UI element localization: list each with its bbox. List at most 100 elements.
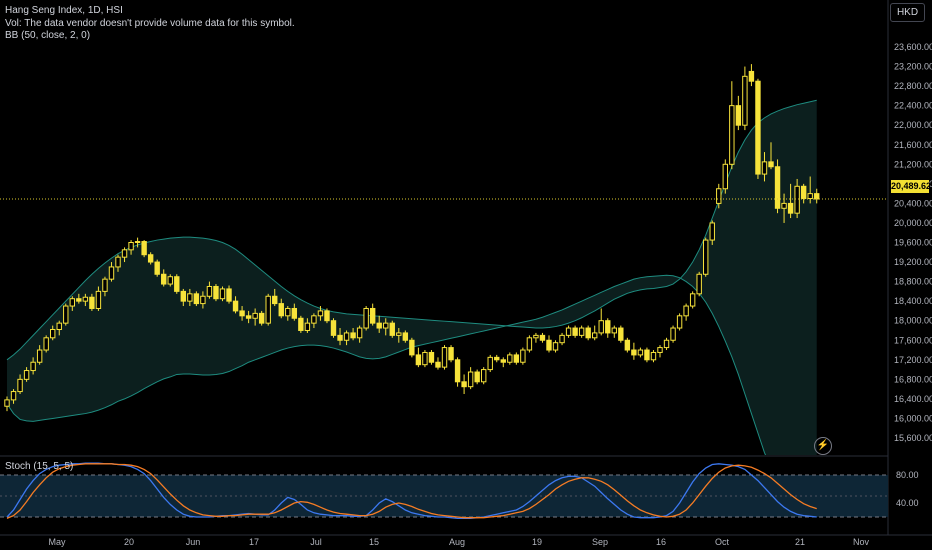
price-tick-label: 22,400.00 xyxy=(894,101,932,111)
candle-body xyxy=(441,347,448,368)
candle-body xyxy=(89,296,95,309)
time-tick-label: Jun xyxy=(186,537,201,547)
candle-body xyxy=(428,351,435,363)
candle-body xyxy=(69,298,75,307)
candle-body xyxy=(63,305,69,324)
price-tick-label: 18,000.00 xyxy=(894,316,932,326)
candle-body xyxy=(742,75,748,126)
candle-body xyxy=(533,334,539,339)
price-tick-label: 22,000.00 xyxy=(894,120,932,130)
candle-body xyxy=(36,349,43,363)
candle-body xyxy=(703,239,709,275)
stoch-tick-label: 40.00 xyxy=(896,498,919,508)
candle-body xyxy=(735,105,742,126)
candle-body xyxy=(258,312,265,324)
price-tick-label: 15,600.00 xyxy=(894,433,932,443)
candle-body xyxy=(768,161,774,168)
candle-body xyxy=(774,166,781,209)
candle-body xyxy=(363,307,369,329)
candle-body xyxy=(507,354,513,363)
candle-body xyxy=(605,320,611,334)
candle-body xyxy=(369,307,376,324)
price-tick-label: 22,800.00 xyxy=(894,81,932,91)
candle-body xyxy=(252,312,258,319)
candle-body xyxy=(298,317,304,331)
candle-body xyxy=(226,288,232,302)
price-tick-label: 23,600.00 xyxy=(894,42,932,52)
price-tick-label: 16,000.00 xyxy=(894,413,932,423)
candle-body xyxy=(618,327,624,341)
candle-body xyxy=(76,298,82,302)
candle-body xyxy=(800,185,807,200)
candle-body xyxy=(722,163,728,190)
candle-body xyxy=(415,354,422,366)
price-tick-label: 16,800.00 xyxy=(894,374,932,384)
candle-body xyxy=(102,278,108,292)
candle-body xyxy=(637,349,644,356)
candle-body xyxy=(115,256,121,268)
candle-body xyxy=(396,332,402,336)
candle-body xyxy=(592,332,598,339)
candle-body xyxy=(134,241,141,244)
candle-body xyxy=(454,359,461,383)
candle-body xyxy=(761,161,768,175)
time-tick-label: Jul xyxy=(310,537,322,547)
candle-body xyxy=(324,310,330,322)
candle-body xyxy=(180,290,187,302)
candle-body xyxy=(50,328,56,339)
bollinger-label: BB (50, close, 2, 0) xyxy=(5,30,91,41)
candle-body xyxy=(546,339,552,351)
candle-body xyxy=(520,349,526,363)
candle-body xyxy=(311,315,317,324)
candle-body xyxy=(513,354,520,363)
candle-body xyxy=(670,327,676,341)
candle-body xyxy=(245,315,252,319)
candle-body xyxy=(448,347,454,361)
candle-body xyxy=(161,273,167,285)
candle-body xyxy=(154,261,160,275)
candle-body xyxy=(82,296,89,302)
candle-body xyxy=(108,266,115,280)
price-tick-label: 19,200.00 xyxy=(894,257,932,267)
time-tick-label: May xyxy=(48,537,66,547)
candle-body xyxy=(787,202,794,214)
candle-body xyxy=(141,241,147,256)
candle-body xyxy=(239,310,245,317)
price-tick-label: 17,600.00 xyxy=(894,335,932,345)
price-tick-label: 18,400.00 xyxy=(894,296,932,306)
candle-body xyxy=(552,342,559,351)
candle-body xyxy=(657,347,663,353)
candle-body xyxy=(193,293,200,305)
candle-body xyxy=(383,322,389,329)
candle-body xyxy=(474,371,480,383)
price-tick-label: 17,200.00 xyxy=(894,355,932,365)
candle-body xyxy=(624,339,631,351)
candle-body xyxy=(17,378,23,393)
candle-body xyxy=(611,327,617,334)
candle-body xyxy=(794,185,800,214)
candle-body xyxy=(565,327,572,336)
candle-body xyxy=(696,273,702,295)
candle-body xyxy=(232,300,239,312)
candle-body xyxy=(10,391,17,401)
candle-body xyxy=(676,315,683,329)
candle-body xyxy=(480,369,487,383)
candle-body xyxy=(278,303,284,317)
candle-body xyxy=(272,295,278,305)
candle-body xyxy=(187,293,193,302)
candle-body xyxy=(23,370,30,380)
candle-body xyxy=(95,290,102,309)
time-tick-label: Oct xyxy=(715,537,730,547)
stoch-tick-label: 80.00 xyxy=(896,470,919,480)
currency-button[interactable]: HKD xyxy=(890,3,925,22)
candle-body xyxy=(422,351,428,366)
candle-body xyxy=(304,322,311,331)
candle-body xyxy=(748,70,755,82)
lightning-icon[interactable]: ⚡ xyxy=(814,437,832,455)
chart-legend: Hang Seng Index, 1D, HSI Vol: The data v… xyxy=(5,5,295,43)
candle-body xyxy=(500,359,506,363)
last-price-label: 20,489.62 xyxy=(891,180,932,193)
price-tick-label: 21,200.00 xyxy=(894,159,932,169)
candle-body xyxy=(598,320,604,334)
time-tick-label: 15 xyxy=(369,537,379,547)
